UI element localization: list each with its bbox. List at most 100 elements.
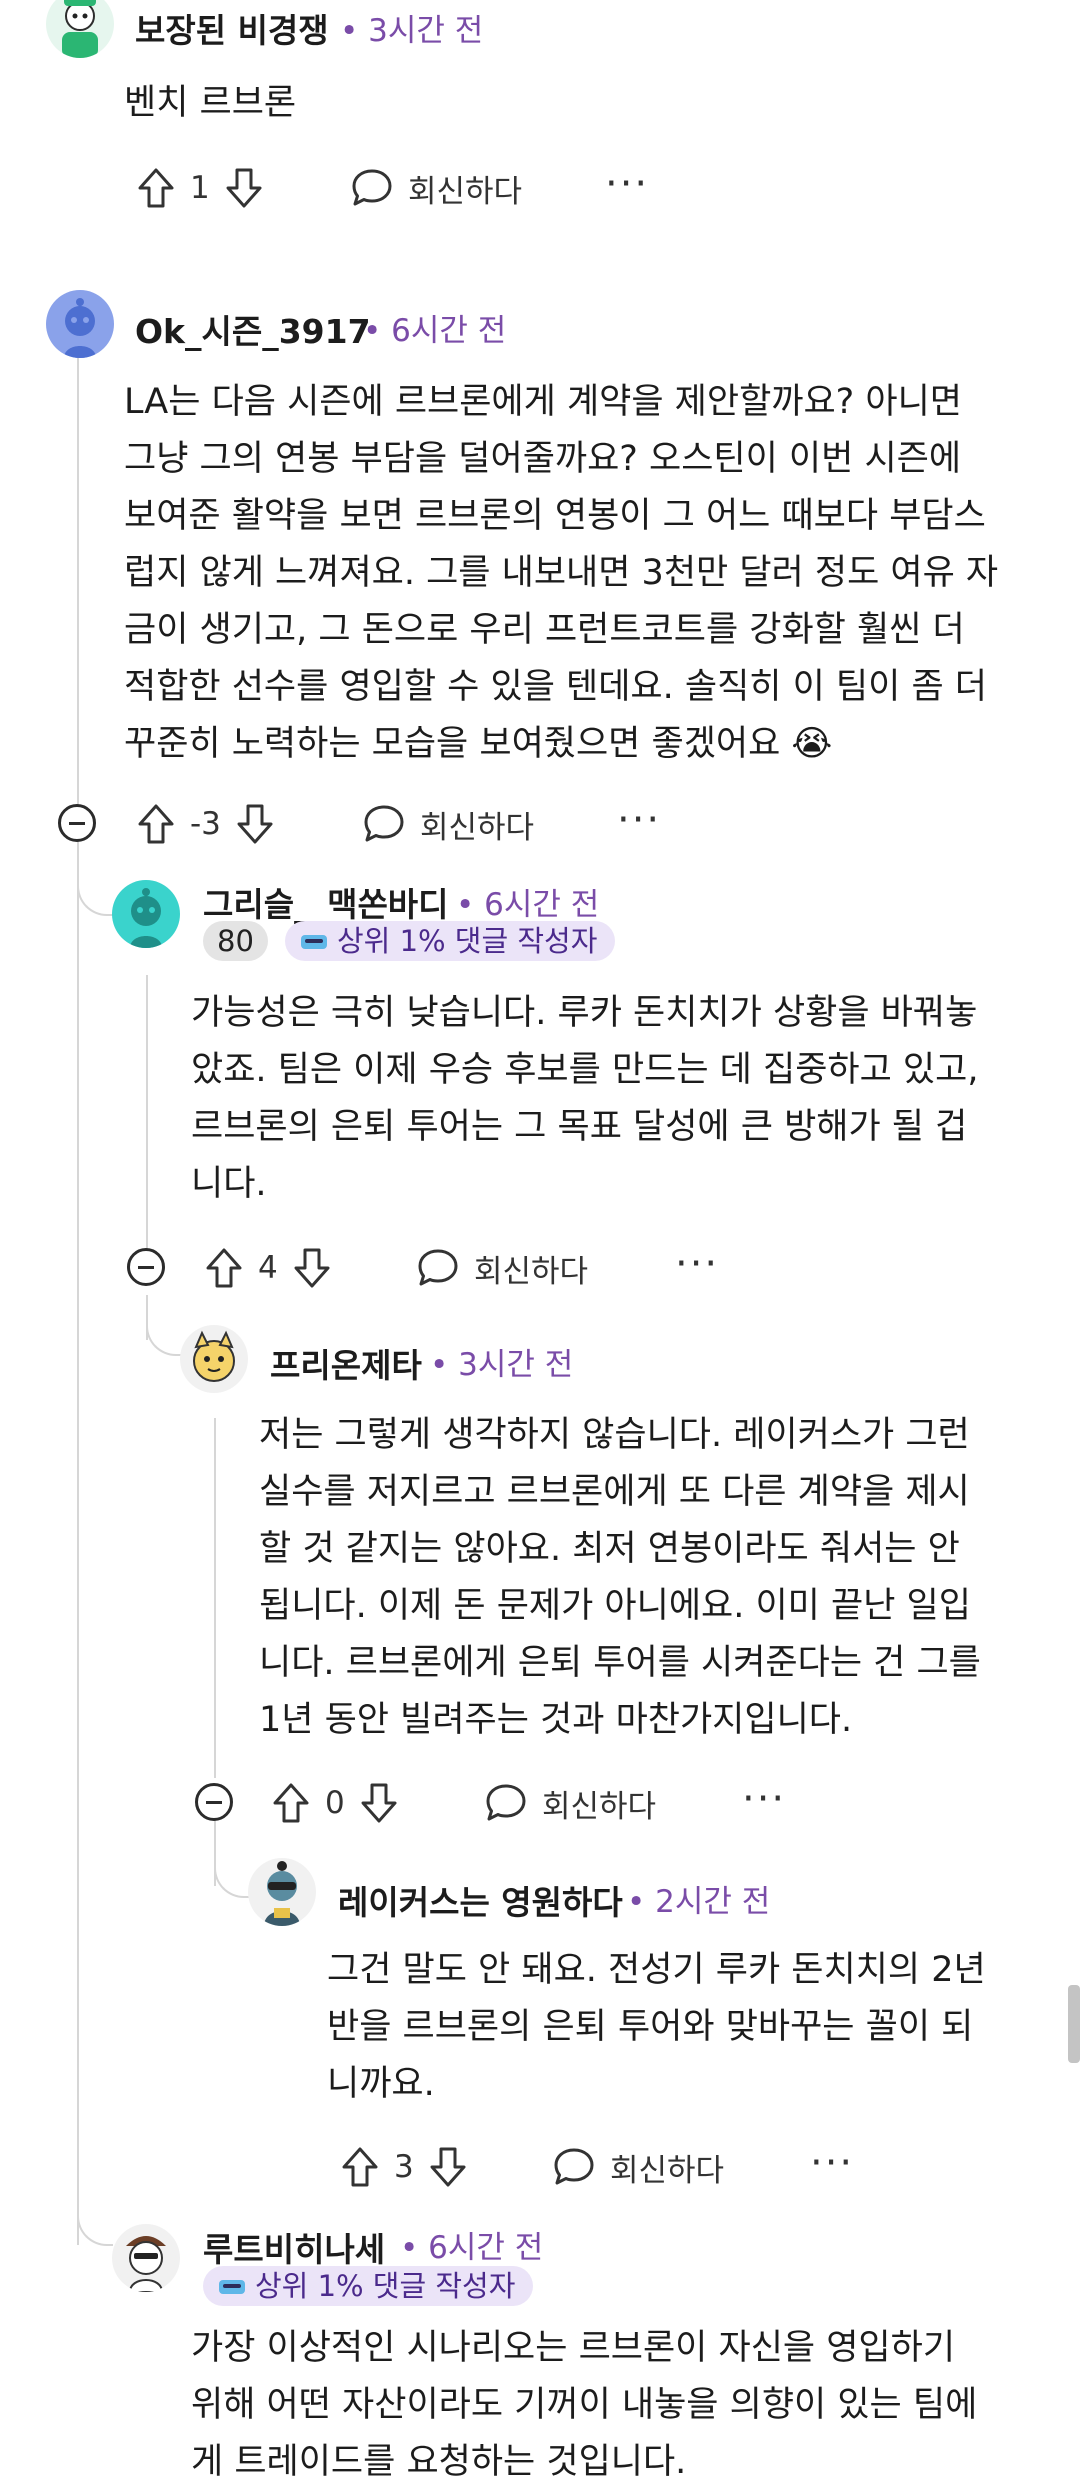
comment-line: 위해 어떤 자산이라도 기꺼이 내놓을 의향이 있는 팀에 xyxy=(191,2385,978,2425)
downvote-icon[interactable] xyxy=(428,2145,468,2189)
more-options-button[interactable]: ··· xyxy=(810,2141,854,2201)
reply-bubble-icon xyxy=(364,805,404,842)
timestamp: • 2시간 전 xyxy=(627,1876,770,1921)
comment-line: 보여준 활약을 보면 르브론의 연봉이 그 어느 때보다 부담스 xyxy=(124,496,986,536)
comment-line: 금이 생기고, 그 돈으로 우리 프런트코트를 강화할 훨씬 더 xyxy=(124,610,965,650)
upvote-icon[interactable] xyxy=(136,802,176,846)
vote-count: -3 xyxy=(190,806,221,842)
thread-curve xyxy=(146,1320,182,1356)
karma-badge: 80 xyxy=(203,921,268,961)
reply-button[interactable]: 회신하다 xyxy=(416,1238,588,1298)
more-options-button[interactable]: ··· xyxy=(617,798,661,858)
reply-bubble-icon xyxy=(418,1249,458,1286)
reply-button[interactable]: 회신하다 xyxy=(484,1773,656,1833)
separator-dot: • xyxy=(400,2230,419,2266)
username[interactable]: 프리온제타 xyxy=(270,1339,422,1387)
avatar[interactable] xyxy=(46,0,114,58)
reply-button[interactable]: 회신하다 xyxy=(350,158,522,218)
top-commenter-badge: 상위 1% 댓글 작성자 xyxy=(285,921,616,961)
username[interactable]: 루트비히나세 xyxy=(203,2223,385,2271)
reply-label: 회신하다 xyxy=(542,1788,657,1825)
vote-count: 1 xyxy=(190,170,210,206)
avatar[interactable] xyxy=(112,880,180,948)
comment-line: 벤치 르브론 xyxy=(124,83,297,123)
separator-dot: • xyxy=(627,1884,646,1920)
comment-line: 니까요. xyxy=(327,2064,435,2104)
time-text: 6시간 전 xyxy=(484,887,600,923)
thread-line[interactable] xyxy=(146,975,148,1260)
more-options-button[interactable]: ··· xyxy=(605,162,649,222)
upvote-icon[interactable] xyxy=(204,1246,244,1290)
timestamp: • 6시간 전 xyxy=(400,2222,543,2267)
vote-count: 0 xyxy=(325,1785,345,1821)
comment-body: 가능성은 극히 낮습니다. 루카 돈치치가 상황을 바꿔놓 았죠. 팀은 이제 … xyxy=(191,985,978,1213)
reply-label: 회신하다 xyxy=(474,1253,589,1290)
collapse-minus-icon[interactable] xyxy=(58,804,96,842)
vote-controls: -3 xyxy=(136,794,275,854)
comment-line: 게 트레이드를 요청하는 것입니다. xyxy=(191,2442,687,2482)
vote-controls: 4 xyxy=(204,1238,332,1298)
downvote-icon[interactable] xyxy=(359,1781,399,1825)
time-text: 3시간 전 xyxy=(458,1347,574,1383)
top-commenter-label: 상위 1% 댓글 작성자 xyxy=(255,2269,516,2303)
comment-line: 실수를 저지르고 르브론에게 또 다른 계약을 제시 xyxy=(259,1472,970,1512)
avatar[interactable] xyxy=(248,1858,316,1926)
avatar[interactable] xyxy=(46,290,114,358)
comment-line: 꾸준히 노력하는 모습을 보여줬으면 좋겠어요 😭 xyxy=(124,724,833,764)
more-options-button[interactable]: ··· xyxy=(675,1242,719,1302)
comment-line: 가능성은 극히 낮습니다. 루카 돈치치가 상황을 바꿔놓 xyxy=(191,993,978,1033)
top-commenter-label: 상위 1% 댓글 작성자 xyxy=(337,924,598,958)
comment-line: 할 것 같지는 않아요. 최저 연봉이라도 줘서는 안 xyxy=(259,1529,960,1569)
comment-line: 았죠. 팀은 이제 우승 후보를 만드는 데 집중하고 있고, xyxy=(191,1050,979,1090)
top-commenter-badge: 상위 1% 댓글 작성자 xyxy=(203,2266,534,2306)
upvote-icon[interactable] xyxy=(340,2145,380,2189)
collapse-minus-icon[interactable] xyxy=(127,1248,165,1286)
username[interactable]: 보장된 비경쟁 xyxy=(135,4,329,52)
downvote-icon[interactable] xyxy=(235,802,275,846)
comment-line: 그건 말도 안 돼요. 전성기 루카 돈치치의 2년 xyxy=(327,1950,986,1990)
username[interactable]: 그리슬__맥쏜바디 xyxy=(203,878,449,926)
vote-controls: 0 xyxy=(271,1773,399,1833)
avatar[interactable] xyxy=(180,1325,248,1393)
thread-curve xyxy=(77,880,113,916)
timestamp: • 6시간 전 xyxy=(456,879,599,924)
reply-label: 회신하다 xyxy=(408,173,523,210)
top-commenter-icon xyxy=(219,2280,245,2294)
vote-controls: 3 xyxy=(340,2137,468,2197)
thread-line[interactable] xyxy=(214,1418,216,1778)
downvote-icon[interactable] xyxy=(292,1246,332,1290)
reply-bubble-icon xyxy=(486,1784,526,1821)
comment-line: 가장 이상적인 시나리오는 르브론이 자신을 영입하기 xyxy=(191,2328,956,2368)
comment-line: 됩니다. 이제 돈 문제가 아니에요. 이미 끝난 일입 xyxy=(259,1586,971,1626)
comment-line: 적합한 선수를 영입할 수 있을 텐데요. 솔직히 이 팀이 좀 더 xyxy=(124,667,987,707)
comment-line: 반을 르브론의 은퇴 투어와 맞바꾸는 꼴이 되 xyxy=(327,2007,974,2047)
timestamp: • 3시간 전 xyxy=(340,5,483,50)
thread-curve xyxy=(214,1862,250,1898)
vote-count: 3 xyxy=(394,2149,414,2185)
thread-line[interactable] xyxy=(77,355,79,2245)
upvote-icon[interactable] xyxy=(136,166,176,210)
collapse-minus-icon[interactable] xyxy=(195,1783,233,1821)
scrollbar-thumb[interactable] xyxy=(1068,1985,1080,2063)
time-text: 2시간 전 xyxy=(655,1884,771,1920)
comment-line: 저는 그렇게 생각하지 않습니다. 레이커스가 그런 xyxy=(259,1415,970,1455)
avatar[interactable] xyxy=(112,2224,180,2292)
username[interactable]: Ok_시즌_3917 xyxy=(135,305,371,353)
comment-line: LA는 다음 시즌에 르브론에게 계약을 제안할까요? 아니면 xyxy=(124,382,962,422)
reply-button[interactable]: 회신하다 xyxy=(552,2137,724,2197)
more-options-button[interactable]: ··· xyxy=(742,1777,786,1837)
downvote-icon[interactable] xyxy=(224,166,264,210)
separator-dot: • xyxy=(430,1347,449,1383)
comment-body: LA는 다음 시즌에 르브론에게 계약을 제안할까요? 아니면 그냥 그의 연봉… xyxy=(124,374,998,773)
comment-body: 저는 그렇게 생각하지 않습니다. 레이커스가 그런 실수를 저지르고 르브론에… xyxy=(259,1407,981,1749)
reply-label: 회신하다 xyxy=(610,2152,725,2189)
upvote-icon[interactable] xyxy=(271,1781,311,1825)
username[interactable]: 레이커스는 영원하다 xyxy=(338,1876,623,1924)
thread-curve xyxy=(77,2210,113,2246)
reply-button[interactable]: 회신하다 xyxy=(362,794,534,854)
comment-line: 1년 동안 빌려주는 것과 마찬가지입니다. xyxy=(259,1700,853,1740)
reply-label: 회신하다 xyxy=(420,809,535,846)
comment-line: 르브론의 은퇴 투어는 그 목표 달성에 큰 방해가 될 겁 xyxy=(191,1107,968,1147)
separator-dot: • xyxy=(363,313,382,349)
vote-count: 4 xyxy=(258,1250,278,1286)
